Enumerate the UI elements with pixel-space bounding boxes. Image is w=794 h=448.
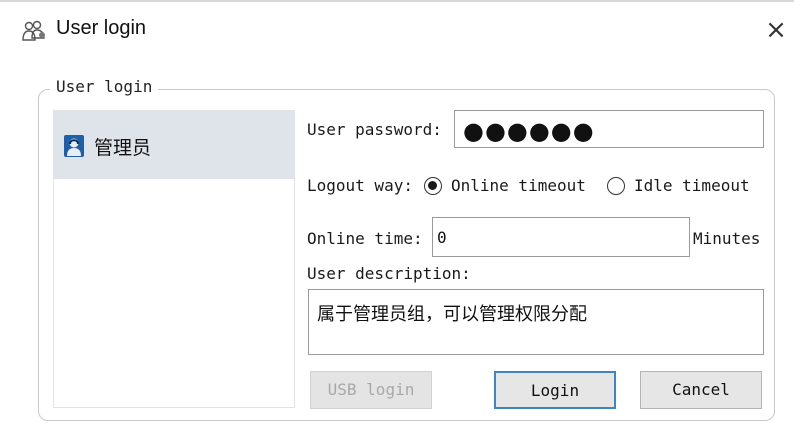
description-field[interactable]: 属于管理员组，可以管理权限分配 [308, 289, 764, 355]
login-dialog: User login × User login 管理员 User passwor… [0, 0, 794, 448]
idle-timeout-label[interactable]: Idle timeout [634, 176, 750, 195]
close-icon: × [765, 15, 787, 45]
idle-timeout-radio[interactable] [607, 177, 625, 195]
password-mask: ●●●●●● [463, 117, 595, 145]
logout-way-label: Logout way: [307, 176, 413, 195]
description-label: User description: [307, 264, 471, 283]
title-bar: User login × [0, 0, 794, 62]
user-list[interactable]: 管理员 [53, 110, 295, 408]
user-list-item-admin[interactable]: 管理员 [54, 111, 294, 179]
user-list-item-label: 管理员 [94, 137, 152, 159]
usb-login-button[interactable]: USB login [310, 371, 432, 409]
close-button[interactable]: × [760, 14, 792, 46]
online-time-unit: Minutes [693, 229, 761, 248]
password-field[interactable]: ●●●●●● [454, 110, 764, 148]
admin-user-icon [64, 135, 84, 157]
group-legend: User login [50, 77, 159, 96]
online-timeout-radio[interactable] [424, 177, 442, 195]
online-timeout-label[interactable]: Online timeout [451, 176, 586, 195]
online-time-label: Online time: [307, 229, 423, 248]
users-icon [22, 20, 45, 41]
login-button[interactable]: Login [494, 371, 616, 409]
online-time-input[interactable] [432, 217, 690, 257]
window-title: User login [56, 17, 147, 39]
cancel-button[interactable]: Cancel [640, 371, 762, 409]
password-label: User password: [307, 120, 442, 139]
